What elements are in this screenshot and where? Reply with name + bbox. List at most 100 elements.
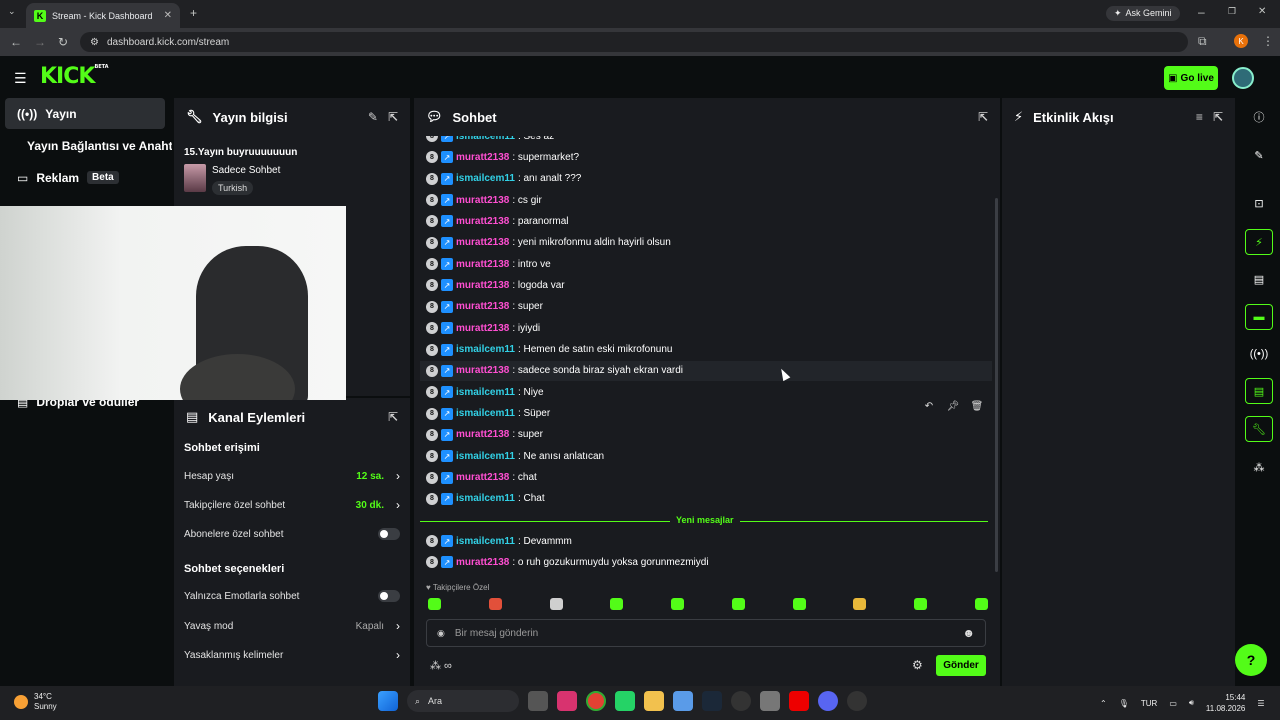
chat-username[interactable]: muratt2138 [456, 280, 509, 291]
more-icon[interactable]: ⁂ [1245, 454, 1273, 480]
chat-username[interactable]: muratt2138 [456, 195, 509, 206]
chat-identity-icon[interactable]: ◉ [437, 628, 445, 639]
edit-icon[interactable]: ✎ [1245, 142, 1273, 168]
chat-message[interactable]: 8 ↗ ismailcem11: Chat [426, 491, 545, 507]
chat-message[interactable]: 8 ↗ ismailcem11: Ne anısı anlatıcan [426, 448, 604, 464]
chat-username[interactable]: muratt2138 [456, 301, 509, 312]
notifications-icon[interactable]: ☰ [1257, 699, 1264, 708]
obs-icon[interactable] [847, 691, 867, 711]
chat-message[interactable]: 8 ↗ muratt2138: supermarket? [426, 149, 579, 165]
notes-icon[interactable]: ▤ [1245, 266, 1273, 292]
chat-username[interactable]: muratt2138 [456, 323, 509, 334]
chat-input[interactable]: ◉ Bir mesaj gönderin ☻ [426, 619, 986, 647]
sidebar-item-stream[interactable]: ((•)) Yayın [5, 98, 165, 129]
chat-message[interactable]: 8 ↗ ismailcem11: Niye [426, 384, 544, 400]
trash-icon[interactable]: 🗑︎ [970, 399, 984, 413]
user-avatar[interactable] [1232, 67, 1254, 89]
menu-dots-icon[interactable]: ⋮ [1262, 34, 1274, 48]
help-support-icon[interactable]: ? [1235, 644, 1267, 676]
close-window-icon[interactable]: ✕ [1258, 6, 1266, 17]
actions-icon[interactable]: ▤ [1245, 378, 1273, 404]
info-icon[interactable]: ⓘ [1245, 104, 1273, 130]
store-icon[interactable] [673, 691, 693, 711]
chat-message[interactable]: 8 ↗ muratt2138: iyiydi [426, 320, 540, 336]
sidebar-item-stream-key[interactable]: Yayın Bağlantısı ve Anahtarı [5, 130, 172, 161]
chat-message[interactable]: 8 ↗ muratt2138: super [426, 299, 543, 315]
chat-username[interactable]: muratt2138 [456, 557, 509, 568]
emote-icon[interactable] [731, 598, 745, 610]
chat-message[interactable]: 8 ↗ muratt2138: o ruh gozukurmuydu yoksa g… [426, 554, 709, 570]
subs-only-toggle[interactable] [378, 528, 400, 540]
sidebar-item-ads[interactable]: ▭ Reklam Beta [5, 162, 165, 193]
chat-message[interactable]: 8 ↗ muratt2138: yeni mikrofonmu aldin hayi… [426, 235, 671, 251]
chat-username[interactable]: muratt2138 [456, 216, 509, 227]
instagram-icon[interactable] [557, 691, 577, 711]
emoji-picker-icon[interactable]: ☻ [962, 626, 975, 640]
emote-icon[interactable] [610, 598, 624, 610]
emote-icon[interactable] [914, 598, 928, 610]
task-view-icon[interactable] [528, 691, 548, 711]
maximize-icon[interactable]: ❐ [1228, 6, 1236, 17]
emote-icon[interactable] [974, 598, 988, 610]
chat-icon[interactable]: ▬ [1245, 304, 1273, 330]
clock[interactable]: 15:44 11.08.2026 [1206, 692, 1245, 714]
chat-username[interactable]: ismailcem11 [456, 136, 515, 142]
popout-icon[interactable]: ⇱ [978, 110, 988, 124]
chat-username[interactable]: muratt2138 [456, 429, 509, 440]
chat-username[interactable]: ismailcem11 [456, 408, 515, 419]
discord-icon[interactable] [818, 691, 838, 711]
chat-username[interactable]: ismailcem11 [456, 493, 515, 504]
extensions-icon[interactable]: ⧉ [1198, 34, 1207, 49]
screenshot-icon[interactable]: ⊡ [1245, 190, 1273, 216]
network-icon[interactable]: ▭ [1169, 699, 1177, 708]
chat-message[interactable]: 8 ↗ ismailcem11: Hemen de satın eski mikro… [426, 342, 672, 358]
hamburger-menu-icon[interactable]: ☰ [14, 70, 27, 87]
slow-mode-setting[interactable]: Yavaş mod Kapalı › [184, 616, 400, 636]
kick-logo[interactable]: KICKBETA [40, 64, 109, 89]
chat-message[interactable]: 8 ↗ muratt2138: sadece sonda biraz siyah e… [426, 363, 683, 379]
popout-icon[interactable]: ⇱ [1213, 110, 1223, 124]
chat-scrollbar[interactable] [995, 198, 998, 572]
edit-pencil-icon[interactable]: ✎ [368, 110, 378, 124]
volume-icon[interactable]: 🔊︎ [1189, 698, 1194, 708]
chat-settings-gear-icon[interactable]: ⚙ [912, 658, 923, 672]
emote-icon[interactable] [428, 598, 441, 610]
address-bar[interactable]: ⚙ dashboard.kick.com/stream [80, 32, 1188, 52]
profile-avatar[interactable]: K [1234, 34, 1248, 48]
chat-username[interactable]: muratt2138 [456, 259, 509, 270]
popout-icon[interactable]: ⇱ [388, 410, 398, 424]
emotes-only-toggle[interactable] [378, 590, 400, 602]
go-live-button[interactable]: ▣ Go live [1164, 66, 1218, 90]
new-tab-icon[interactable]: + [190, 6, 197, 20]
chat-message[interactable]: 8 ↗ muratt2138: logoda var [426, 277, 565, 293]
send-button[interactable]: Gönder [936, 655, 986, 676]
chat-username[interactable]: ismailcem11 [456, 344, 515, 355]
minimize-icon[interactable]: – [1198, 5, 1205, 19]
chat-username[interactable]: ismailcem11 [456, 536, 515, 547]
filter-icon[interactable]: ≡ [1196, 110, 1203, 124]
broadcast-icon[interactable]: ((•)) [1245, 341, 1273, 367]
weather-widget[interactable]: 34°C Sunny [14, 692, 57, 712]
chat-message[interactable]: 8 ↗ ismailcem11: anı analt ??? [426, 171, 581, 187]
chat-message[interactable]: 8 ↗ ismailcem11: Ses az [426, 136, 554, 144]
followers-only-setting[interactable]: Takipçilere özel sohbet 30 dk. › [184, 495, 400, 515]
tray-overflow-icon[interactable]: ⌃ [1100, 699, 1107, 708]
forward-icon[interactable]: → [34, 35, 46, 49]
chat-message[interactable]: 8 ↗ muratt2138: cs gir [426, 192, 542, 208]
emote-icon[interactable] [853, 598, 867, 610]
chat-message[interactable]: 8 ↗ ismailcem11: Devammm [426, 533, 572, 549]
camera-icon[interactable] [760, 691, 780, 711]
banned-words-setting[interactable]: Yasaklanmış kelimeler › [184, 645, 400, 665]
chat-username[interactable]: muratt2138 [456, 472, 509, 483]
site-info-icon[interactable]: ⚙ [90, 37, 99, 48]
chatgpt-icon[interactable] [731, 691, 751, 711]
chat-username[interactable]: muratt2138 [456, 365, 509, 376]
youtube-icon[interactable] [789, 691, 809, 711]
chat-username[interactable]: ismailcem11 [456, 173, 515, 184]
chat-username[interactable]: ismailcem11 [456, 451, 515, 462]
wrench-icon[interactable]: 🔧︎ [1245, 416, 1273, 442]
chat-message[interactable]: 8 ↗ ismailcem11: Süper [426, 406, 550, 422]
popout-icon[interactable]: ⇱ [388, 110, 398, 124]
emote-icon[interactable] [549, 598, 563, 610]
account-age-setting[interactable]: Hesap yaşı 12 sa. › [184, 466, 400, 486]
